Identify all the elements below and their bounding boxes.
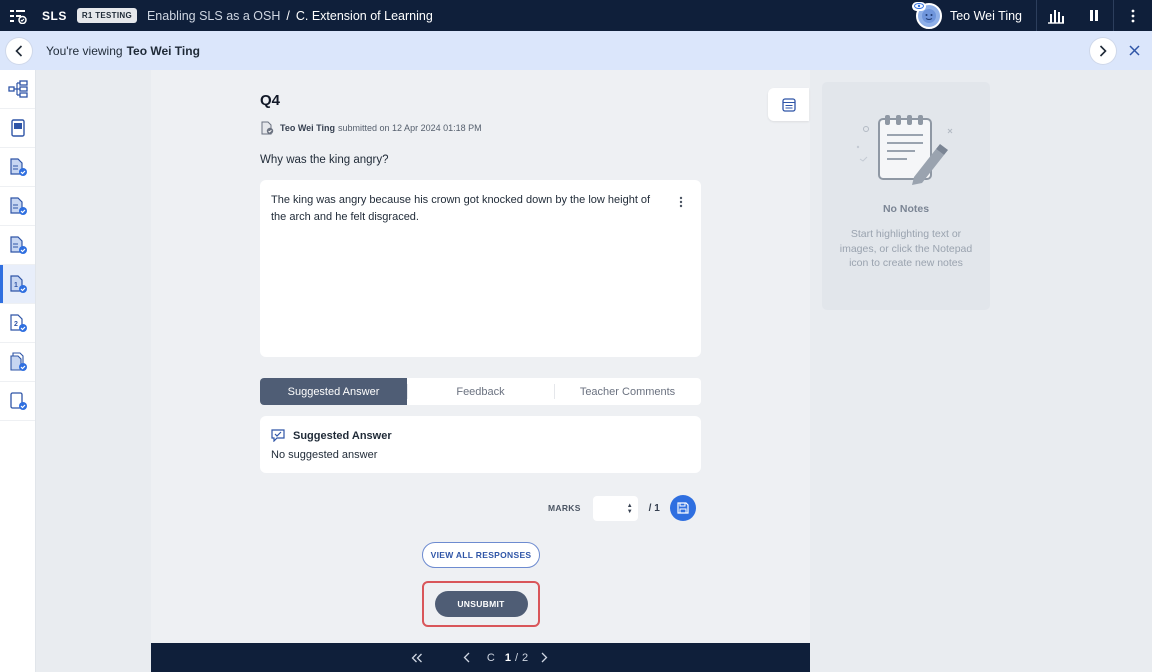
no-notes-description: Start highlighting text or images, or cl…	[839, 228, 973, 269]
marks-row: MARKS ▲ ▼ / 1	[548, 495, 696, 521]
sidebar-item-lesson-map[interactable]	[0, 70, 35, 109]
hierarchy-icon	[7, 80, 28, 98]
suggested-answer-heading: Suggested Answer	[293, 429, 392, 442]
more-vertical-icon[interactable]	[679, 196, 683, 214]
answer-tabs: Suggested Answer Feedback Teacher Commen…	[260, 378, 701, 405]
sidebar-item-activity-2[interactable]	[0, 187, 35, 226]
bar-chart-icon[interactable]	[1037, 0, 1075, 31]
submitted-timestamp: submitted on 12 Apr 2024 01:18 PM	[338, 123, 482, 133]
double-chevron-left-icon[interactable]	[407, 648, 427, 668]
marks-input[interactable]: ▲ ▼	[592, 495, 638, 521]
tab-feedback[interactable]: Feedback	[407, 378, 554, 405]
pager-current-page: 1	[504, 651, 511, 664]
no-notes-title: No Notes	[882, 203, 930, 215]
pager-total-pages: 2	[522, 651, 529, 664]
tab-suggested-answer[interactable]: Suggested Answer	[260, 378, 407, 405]
save-marks-button[interactable]	[669, 495, 696, 521]
more-vertical-icon[interactable]	[1114, 0, 1152, 31]
question-panel: Q4 Teo Wei Ting submitted on 12 Apr 2024…	[151, 70, 810, 643]
sidebar: 1 2	[0, 70, 36, 672]
book-icon	[10, 119, 25, 137]
pause-icon[interactable]	[1075, 0, 1113, 31]
view-all-responses-button[interactable]: VIEW ALL RESPONSES	[422, 542, 540, 568]
sls-logo[interactable]: SLS	[42, 9, 67, 23]
svg-text:2: 2	[14, 321, 18, 328]
breadcrumb-lesson[interactable]: Enabling SLS as a OSH	[147, 9, 280, 23]
sidebar-item-cover[interactable]	[0, 109, 35, 148]
viewing-bar: You're viewing Teo Wei Ting	[0, 31, 1152, 70]
avatar[interactable]	[911, 1, 942, 29]
save-icon	[677, 502, 689, 514]
document-check-icon	[9, 158, 27, 176]
chevron-right-icon	[1099, 44, 1107, 57]
notepad-icon	[781, 97, 796, 112]
question-title: Q4	[260, 92, 281, 109]
top-bar: SLS R1 TESTING Enabling SLS as a OSH / C…	[0, 0, 1152, 31]
suggested-answer-panel: Suggested Answer No suggested answer	[260, 416, 701, 473]
sidebar-item-quiz-1[interactable]: 1	[0, 265, 35, 304]
unsubmit-button[interactable]: UNSUBMIT	[434, 591, 528, 617]
sidebar-item-activity-1[interactable]	[0, 148, 35, 187]
suggested-answer-icon	[271, 429, 285, 442]
previous-student-button[interactable]	[6, 37, 32, 64]
sidebar-item-activity-3[interactable]	[0, 226, 35, 265]
menu-icon[interactable]	[0, 0, 36, 31]
chevron-left-icon[interactable]	[457, 648, 477, 668]
highlight-frame: UNSUBMIT	[422, 581, 540, 627]
student-answer-text: The king was angry because his crown got…	[271, 194, 651, 223]
suggested-answer-text: No suggested answer	[271, 449, 378, 461]
submitter-name: Teo Wei Ting	[280, 123, 336, 133]
sidebar-item-quiz-2[interactable]: 2	[0, 304, 35, 343]
marks-label: MARKS	[548, 503, 581, 513]
quiz-1-icon: 1	[9, 275, 27, 293]
notepad-illustration-icon	[852, 107, 958, 192]
close-icon	[1128, 45, 1140, 56]
submission-info: Teo Wei Ting submitted on 12 Apr 2024 01…	[260, 121, 482, 135]
book-check-icon	[9, 392, 27, 410]
sidebar-item-activity-4[interactable]	[0, 343, 35, 382]
breadcrumb-separator: /	[286, 8, 290, 23]
next-student-button[interactable]	[1090, 37, 1116, 64]
breadcrumb-section: C. Extension of Learning	[295, 8, 433, 23]
environment-badge: R1 TESTING	[76, 8, 137, 23]
sidebar-item-summary[interactable]	[0, 382, 35, 421]
documents-check-icon	[9, 352, 27, 371]
close-viewing-button[interactable]	[1116, 31, 1152, 70]
student-answer-box: The king was angry because his crown got…	[260, 180, 701, 357]
eye-icon	[911, 1, 926, 11]
stepper-icon[interactable]: ▲ ▼	[627, 503, 633, 515]
bottom-pager: C 1 / 2	[151, 643, 810, 672]
svg-text:1: 1	[14, 282, 18, 289]
submission-icon	[261, 121, 274, 135]
viewing-student-name: Teo Wei Ting	[126, 43, 200, 58]
user-name[interactable]: Teo Wei Ting	[950, 9, 1022, 23]
document-check-icon	[9, 236, 27, 254]
marks-total: / 1	[648, 502, 660, 514]
pager-separator: /	[514, 651, 518, 664]
chevron-right-icon[interactable]	[534, 648, 554, 668]
document-check-icon	[9, 197, 27, 215]
pager-section: C	[486, 651, 495, 664]
viewing-label: You're viewing	[46, 43, 123, 58]
quiz-2-icon: 2	[9, 314, 27, 332]
question-prompt: Why was the king angry?	[260, 154, 389, 166]
tab-teacher-comments[interactable]: Teacher Comments	[554, 378, 701, 405]
notes-panel: No Notes Start highlighting text or imag…	[822, 82, 990, 310]
chevron-left-icon	[15, 44, 23, 57]
notepad-button[interactable]	[768, 88, 809, 121]
